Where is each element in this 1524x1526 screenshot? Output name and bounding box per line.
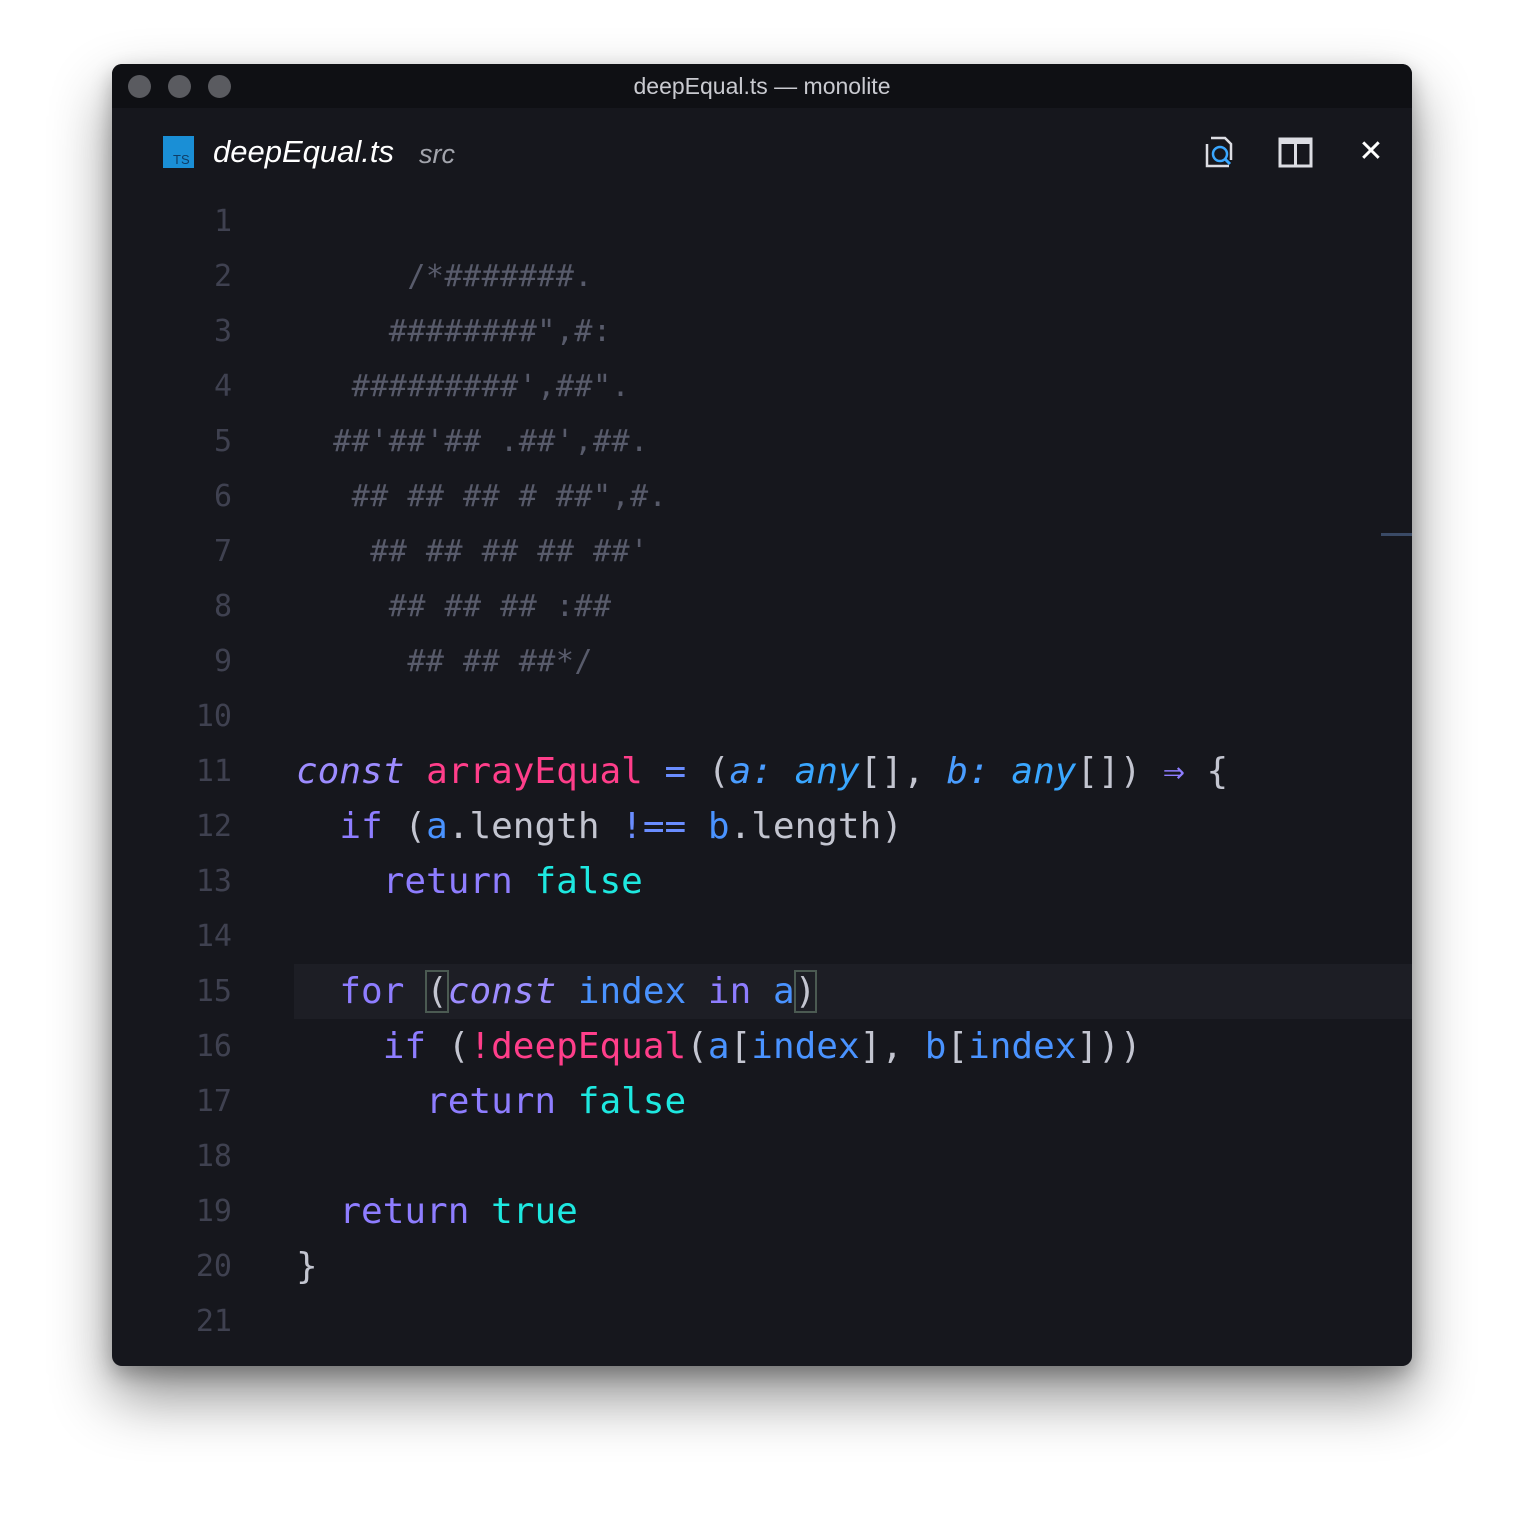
code-text: for (const index in a): [339, 970, 818, 1013]
line-number: 15: [195, 974, 232, 1009]
code-line: 16 if (!deepEqual(a[index], b[index])): [112, 1019, 1412, 1074]
code-editor[interactable]: 1 2 /*#######. 3 ########",#: 4 ########…: [112, 194, 1412, 1366]
line-number: 11: [195, 754, 232, 789]
tab-file-name[interactable]: deepEqual.ts: [213, 132, 394, 172]
typescript-file-icon: TS: [163, 136, 194, 168]
code-line: 2 /*#######.: [112, 249, 1412, 304]
search-file-icon: [1205, 136, 1233, 168]
code-line: 8 ## ## ## :##: [112, 579, 1412, 634]
code-line: 7 ## ## ## ## ##': [112, 524, 1412, 579]
close-icon: ✕: [1358, 134, 1384, 169]
line-number: 2: [213, 259, 232, 294]
code-text: if (!deepEqual(a[index], b[index])): [382, 1026, 1142, 1067]
line-number: 1: [213, 204, 232, 239]
line-number: 13: [195, 864, 232, 899]
code-line: 5 ##'##'## .##',##.: [112, 414, 1412, 469]
editor-window: deepEqual.ts — monolite TS deepEqual.ts …: [112, 64, 1412, 1366]
line-number: 9: [213, 644, 232, 679]
code-text: const arrayEqual = (a: any[], b: any[]) …: [296, 751, 1229, 792]
search-file-button[interactable]: [1199, 132, 1239, 172]
line-number: 8: [213, 589, 232, 624]
code-line: 18: [112, 1129, 1412, 1184]
code-line: 17 return false: [112, 1074, 1412, 1129]
code-text: return false: [426, 1081, 687, 1122]
window-title: deepEqual.ts — monolite: [633, 73, 891, 99]
line-number: 16: [195, 1029, 232, 1064]
line-number: 21: [195, 1304, 232, 1339]
code-line: 13 return false: [112, 854, 1412, 909]
code-line: 12 if (a.length !== b.length): [112, 799, 1412, 854]
close-tab-button[interactable]: ✕: [1351, 132, 1391, 172]
tab-directory: src: [419, 139, 455, 169]
code-text: }: [296, 1246, 318, 1287]
line-number: 14: [195, 919, 232, 954]
line-number: 7: [213, 534, 232, 569]
line-number: 18: [195, 1139, 232, 1174]
line-number: 12: [195, 809, 232, 844]
line-number: 5: [213, 424, 232, 459]
code-text: if (a.length !== b.length): [339, 806, 903, 847]
matching-bracket: ): [793, 970, 818, 1013]
comment-text: ########",#:: [296, 314, 612, 349]
line-number: 17: [195, 1084, 232, 1119]
split-editor-button[interactable]: [1275, 132, 1315, 172]
title-bar[interactable]: deepEqual.ts — monolite: [112, 64, 1412, 108]
comment-text: #########',##".: [296, 369, 631, 404]
code-line: 6 ## ## ## # ##",#.: [112, 469, 1412, 524]
tab-bar: TS deepEqual.ts src ✕: [112, 108, 1412, 194]
matching-bracket: (: [425, 970, 449, 1013]
comment-text: ## ## ##*/: [296, 644, 593, 679]
code-text: return false: [382, 861, 643, 902]
code-line: 1: [112, 194, 1412, 249]
code-line: 19 return true: [112, 1184, 1412, 1239]
code-text: return true: [339, 1191, 578, 1232]
comment-text: ## ## ## ## ##': [296, 534, 649, 569]
line-number: 19: [195, 1194, 232, 1229]
code-line: 21: [112, 1294, 1412, 1349]
line-number: 3: [213, 314, 232, 349]
comment-text: ##'##'## .##',##.: [296, 424, 649, 459]
line-number: 10: [195, 699, 232, 734]
split-editor-icon: [1278, 137, 1313, 168]
line-number: 6: [213, 479, 232, 514]
comment-text: /*#######.: [296, 259, 593, 294]
comment-text: ## ## ## # ##",#.: [296, 479, 668, 514]
code-line: 10: [112, 689, 1412, 744]
comment-text: ## ## ## :##: [296, 589, 612, 624]
code-line: 14: [112, 909, 1412, 964]
code-line: 20 }: [112, 1239, 1412, 1294]
code-line: 3 ########",#:: [112, 304, 1412, 359]
current-code-line: 15 for (const index in a): [112, 964, 1412, 1019]
code-line: 9 ## ## ##*/: [112, 634, 1412, 689]
code-line: 4 #########',##".: [112, 359, 1412, 414]
code-line: 11 const arrayEqual = (a: any[], b: any[…: [112, 744, 1412, 799]
line-number: 20: [195, 1249, 232, 1284]
line-number: 4: [213, 369, 232, 404]
